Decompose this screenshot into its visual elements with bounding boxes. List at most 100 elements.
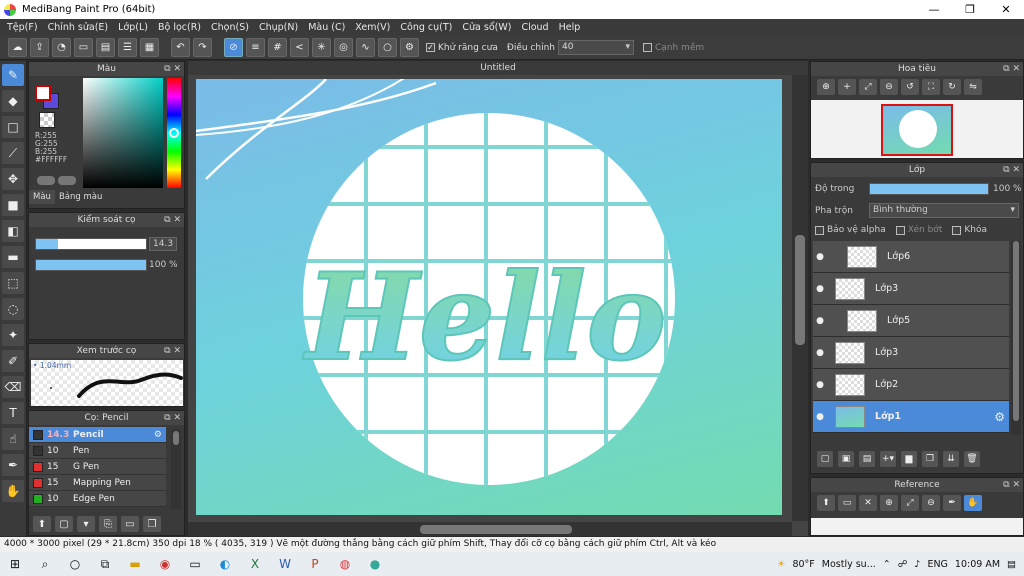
edge-browser-icon[interactable]: ◐ (210, 552, 240, 576)
ref-close-icon[interactable]: ✕ (859, 495, 877, 511)
medibang-taskbar-icon[interactable]: ● (360, 552, 390, 576)
layer-visibility-icon[interactable]: ● (813, 412, 827, 422)
layer-visibility-icon[interactable]: ● (813, 252, 827, 262)
canvas-horizontal-scrollbar[interactable] (188, 522, 792, 536)
rectangle-tool-icon[interactable]: □ (2, 116, 24, 138)
layer-item[interactable]: ● Lớp6 (813, 241, 1009, 273)
layer-item[interactable]: ● Lớp5 (813, 305, 1009, 337)
antialias-toggle[interactable]: Khử răng cưa (426, 43, 498, 53)
comment-icon[interactable]: ◔ (52, 38, 71, 57)
layer-item[interactable]: ● Lớp3 (813, 273, 1009, 305)
new-brush-icon[interactable]: ▢ (55, 516, 73, 532)
tray-chevron-icon[interactable]: ⌃ (883, 559, 891, 570)
soft-edge-toggle[interactable]: Cạnh mềm (642, 43, 704, 53)
brush-tool-icon[interactable]: ✎ (2, 64, 24, 86)
adjust-select[interactable]: 40 (557, 40, 634, 55)
brush-size-slider[interactable] (35, 238, 147, 250)
concentric-snap-icon[interactable]: ◎ (334, 38, 353, 57)
rotate-right-icon[interactable]: ↻ (943, 79, 961, 95)
menu-tools[interactable]: Công cụ(T) (395, 22, 457, 33)
brush-item[interactable]: 15 Mapping Pen (29, 475, 166, 491)
transparent-color-swatch[interactable] (39, 112, 55, 128)
ref-fit-icon[interactable]: ⤢ (901, 495, 919, 511)
brush-size-value[interactable]: 14.3 (149, 237, 178, 251)
layer-opacity-slider[interactable] (869, 183, 989, 195)
ref-eyedropper-icon[interactable]: ✒ (943, 495, 961, 511)
panel-close-icon[interactable]: ⧉ ✕ (164, 411, 181, 425)
gradient-tool-icon[interactable]: ▬ (2, 246, 24, 268)
weather-desc[interactable]: Mostly su... (822, 559, 876, 570)
bucket-tool-icon[interactable]: ◧ (2, 220, 24, 242)
clipping-toggle[interactable]: Xén bớt (895, 225, 942, 235)
language-indicator[interactable]: ENG (927, 559, 947, 570)
ref-zoom-out-icon[interactable]: ⊖ (922, 495, 940, 511)
duplicate-layer-icon[interactable]: ❐ (922, 451, 938, 467)
brush-settings-icon[interactable]: ⚙ (154, 430, 162, 440)
hand-tool-icon[interactable]: ✋ (2, 480, 24, 502)
panel-close-icon[interactable]: ⧉ ✕ (1003, 163, 1020, 177)
new-folder-icon[interactable]: ▆ (901, 451, 917, 467)
operation-tool-icon[interactable]: ☝ (2, 428, 24, 450)
move-tool-icon[interactable]: ✥ (2, 168, 24, 190)
layer-item[interactable]: ● Lớp3 (813, 337, 1009, 369)
panel-close-icon[interactable]: ⧉ ✕ (164, 62, 181, 76)
new-8bit-layer-icon[interactable]: ▤ (859, 451, 875, 467)
antialias-checkbox[interactable] (426, 43, 435, 52)
soft-edge-checkbox[interactable] (642, 43, 652, 52)
ref-open-folder-icon[interactable]: ▭ (838, 495, 856, 511)
new-layer-icon[interactable]: ▢ (817, 451, 833, 467)
reset-view-icon[interactable]: ⛶ (922, 79, 940, 95)
foreground-color-swatch[interactable] (35, 85, 51, 101)
minimize-button[interactable]: — (916, 0, 952, 19)
color-mode-toggle-1[interactable] (37, 176, 55, 185)
cloud-icon[interactable]: ☁ (8, 38, 27, 57)
radial-snap-icon[interactable]: ✳ (312, 38, 331, 57)
layer-list-scrollbar[interactable] (1011, 241, 1021, 435)
canvas-vertical-scrollbar[interactable] (792, 75, 808, 521)
add-layer-menu-icon[interactable]: +▾ (880, 451, 896, 467)
zoom-plus-icon[interactable]: + (838, 79, 856, 95)
notification-icon[interactable]: ▤ (1007, 559, 1016, 570)
fill-shape-tool-icon[interactable]: ■ (2, 194, 24, 216)
eyedropper-tool-icon[interactable]: ✒ (2, 454, 24, 476)
speech-icon[interactable]: ▭ (74, 38, 93, 57)
hue-knob[interactable] (169, 128, 179, 138)
select-rect-tool-icon[interactable]: ⬚ (2, 272, 24, 294)
perspective-snap-icon[interactable]: < (290, 38, 309, 57)
reference-view[interactable] (811, 518, 1023, 535)
clock[interactable]: 10:09 AM (955, 559, 1000, 570)
eraser-tool-icon[interactable]: ◆ (2, 90, 24, 112)
chrome-icon[interactable]: ◍ (330, 552, 360, 576)
add-brush-icon[interactable]: ⬆ (33, 516, 51, 532)
layer-visibility-icon[interactable]: ● (813, 348, 827, 358)
layer-visibility-icon[interactable]: ● (813, 316, 827, 326)
zoom-out-icon[interactable]: ⊖ (880, 79, 898, 95)
network-icon[interactable]: ☍ (898, 559, 908, 570)
menu-filter[interactable]: Bộ lọc(R) (153, 22, 206, 33)
menu-view[interactable]: Xem(V) (350, 22, 395, 33)
maximize-button[interactable]: ❐ (952, 0, 988, 19)
drawing-canvas[interactable]: Hello (196, 79, 782, 515)
snap-off-icon[interactable]: ⊘ (224, 38, 243, 57)
brush-list-scrollbar[interactable] (171, 429, 181, 509)
menu-file[interactable]: Tệp(F) (2, 22, 43, 33)
parallel-snap-icon[interactable]: ≡ (246, 38, 265, 57)
redo-icon[interactable]: ↷ (193, 38, 212, 57)
weather-temp[interactable]: 80°F (792, 559, 814, 570)
cloud-brush-icon[interactable]: ▭ (121, 516, 139, 532)
copy-brush-icon[interactable]: ⎘ (99, 516, 117, 532)
app-red-icon[interactable]: ◉ (150, 552, 180, 576)
protect-alpha-toggle[interactable]: Bảo vệ alpha (815, 225, 886, 235)
panel-close-icon[interactable]: ⧉ ✕ (164, 344, 181, 358)
volume-icon[interactable]: ♪ (914, 559, 920, 570)
menu-help[interactable]: Help (554, 22, 586, 33)
layer-visibility-icon[interactable]: ● (813, 380, 827, 390)
ref-hand-icon[interactable]: ✋ (964, 495, 982, 511)
grid-layout-icon[interactable]: ▦ (140, 38, 159, 57)
tab-palette[interactable]: Bảng màu (55, 190, 106, 204)
cortana-icon[interactable]: ○ (60, 552, 90, 576)
excel-icon[interactable]: X (240, 552, 270, 576)
fit-icon[interactable]: ⤢ (859, 79, 877, 95)
layer-settings-icon[interactable]: ⚙ (994, 410, 1005, 424)
lasso-tool-icon[interactable]: ◌ (2, 298, 24, 320)
